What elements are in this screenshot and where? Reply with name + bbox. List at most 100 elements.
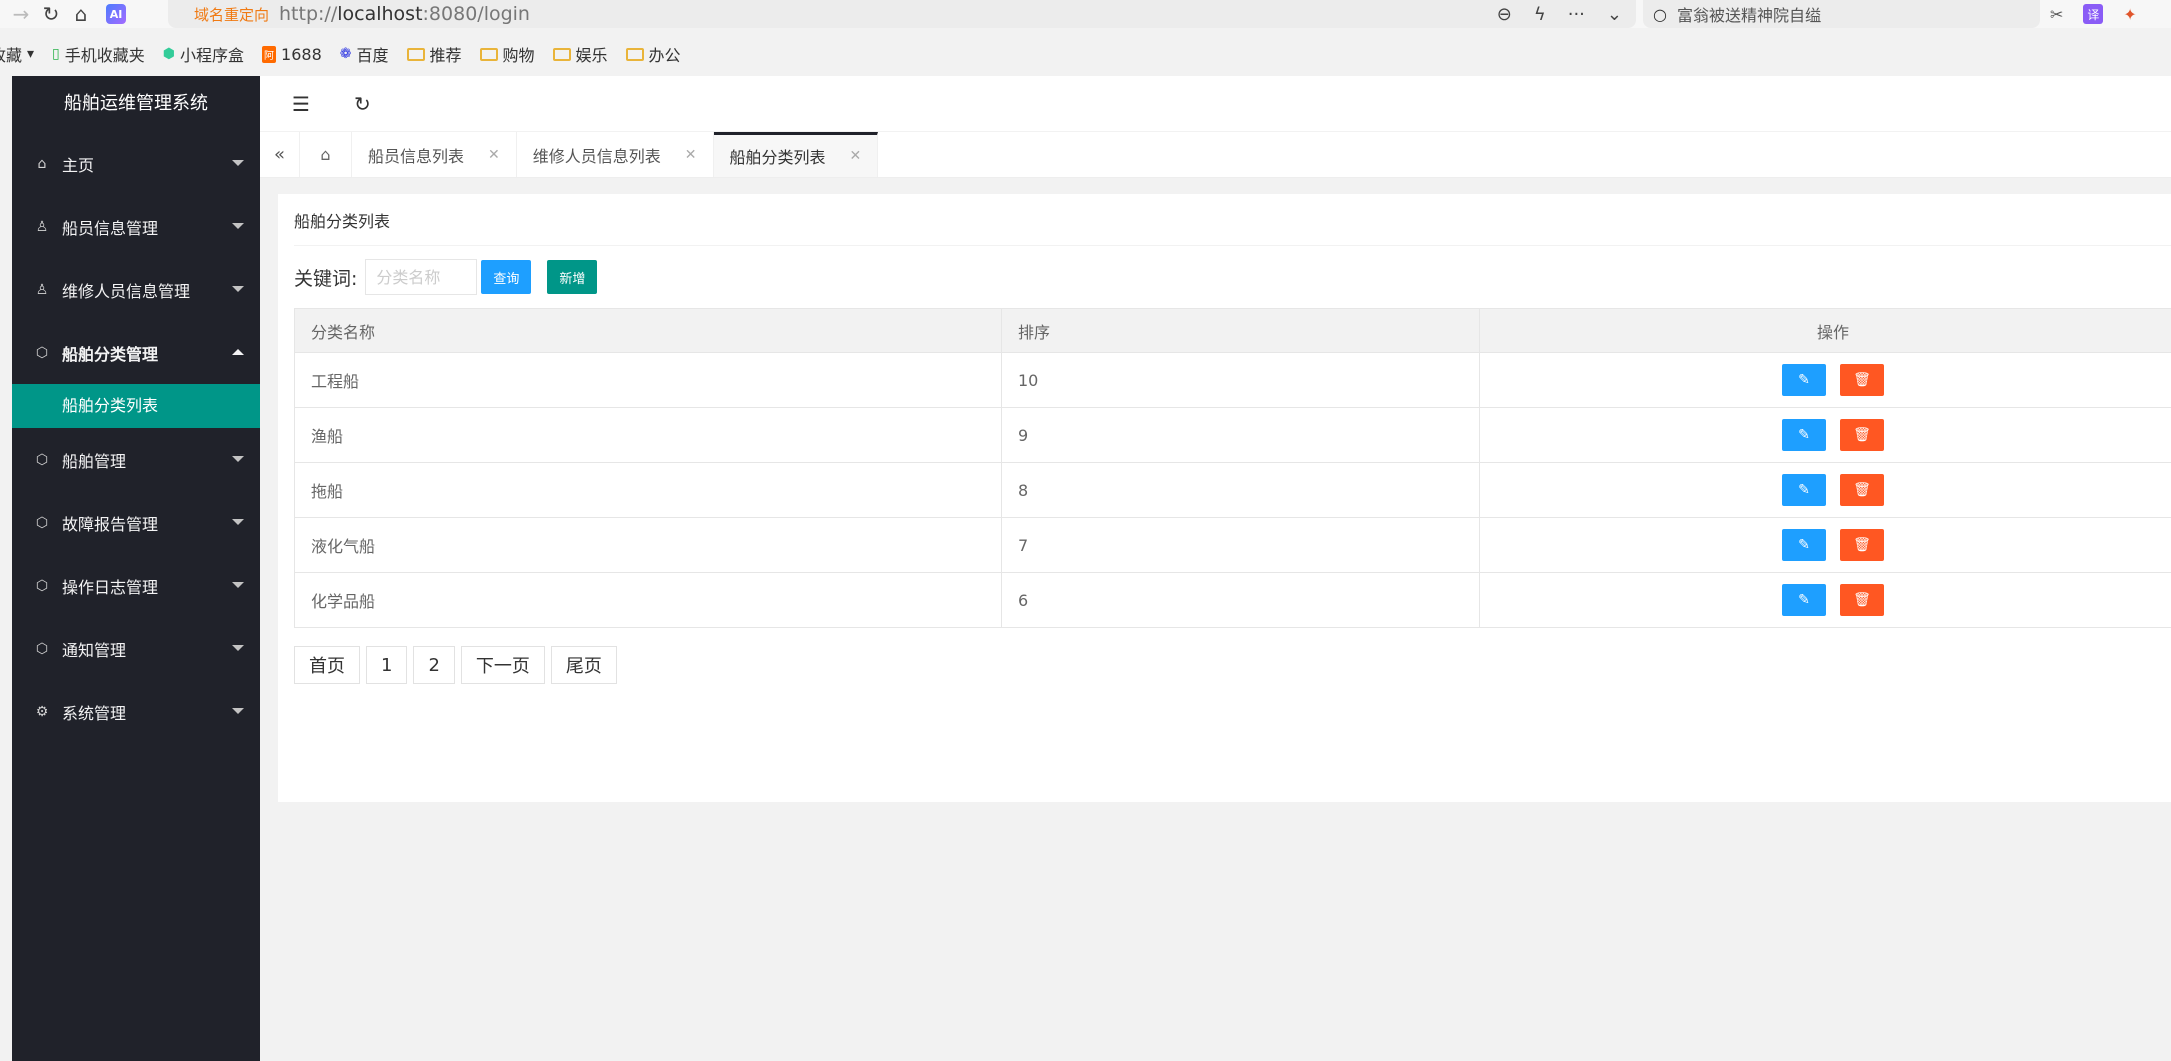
home-icon: ⌂ [37, 155, 47, 172]
back-arrow-icon[interactable]: → [6, 2, 36, 26]
table-row: 液化气船 7 ✎ 🗑 [294, 517, 2171, 573]
page-first-button[interactable]: 首页 [294, 646, 360, 684]
toggle-sidebar-icon[interactable]: ☰ [292, 92, 310, 116]
cell-order: 10 [1001, 352, 1480, 408]
close-icon[interactable]: ✕ [488, 147, 500, 163]
page-1-button[interactable]: 1 [366, 646, 408, 684]
search-suggestion[interactable]: 富翁被送精神院自缢 [1677, 2, 1821, 26]
cube-icon: ⬡ [35, 451, 49, 468]
app: 船舶运维管理系统 ⌂ 主页 ♙ 船员信息管理 ♙ 维修人员信息管理 ⬡ 船舶分类管理 船… [0, 76, 2171, 1061]
bookmark-baidu[interactable]: ❁ 百度 [340, 42, 389, 66]
edit-button[interactable]: ✎ [1782, 529, 1826, 561]
caret-up-icon [232, 349, 244, 355]
lightning-icon[interactable]: ϟ [1534, 4, 1546, 25]
sidebar-item-system[interactable]: ⚙ 系统管理 [12, 680, 260, 743]
page-2-button[interactable]: 2 [413, 646, 455, 684]
query-button[interactable]: 查询 [481, 260, 532, 294]
column-header-name: 分类名称 [294, 308, 1002, 353]
sidebar-item-fault-report[interactable]: ⬡ 故障报告管理 [12, 491, 260, 554]
sidebar-item-ship[interactable]: ⬡ 船舶管理 [12, 428, 260, 491]
cell-order: 7 [1001, 517, 1480, 573]
cube-icon: ⬡ [35, 344, 49, 361]
caret-down-icon [232, 645, 244, 651]
zoom-out-icon[interactable]: ⊖ [1497, 4, 1512, 25]
scissors-icon[interactable]: ✂ [2050, 5, 2063, 24]
table-row: 拖船 8 ✎ 🗑 [294, 462, 2171, 518]
sidebar-item-notice[interactable]: ⬡ 通知管理 [12, 617, 260, 680]
edit-button[interactable]: ✎ [1782, 584, 1826, 616]
reload-icon[interactable]: ↻ [36, 2, 66, 26]
edit-button[interactable]: ✎ [1782, 364, 1826, 396]
address-bar[interactable]: 域名重定向 http://localhost:8080/login ⊖ ϟ ··… [168, 0, 1636, 28]
browser-search-bar[interactable]: ○ 富翁被送精神院自缢 [1643, 0, 2040, 28]
table-row: 化学品船 6 ✎ 🗑 [294, 572, 2171, 628]
keyword-input[interactable] [365, 259, 478, 295]
bookmarks-bar: 收藏▾ ▯手机收藏夹 ⬢小程序盒 阿1688 ❁百度 推荐 购物 娱乐 办公 [0, 40, 2171, 68]
logo-1688-icon: 阿 [262, 45, 277, 63]
trash-icon: 🗑 [1853, 427, 1871, 443]
bookmark-miniapp[interactable]: ⬢ 小程序盒 [163, 42, 244, 66]
chevron-down-icon[interactable]: ⌄ [1607, 4, 1622, 25]
caret-down-icon [232, 519, 244, 525]
delete-button[interactable]: 🗑 [1840, 474, 1884, 506]
bookmark-folder-shopping[interactable]: 购物 [479, 42, 535, 66]
gear-icon: ⚙ [35, 703, 49, 720]
bookmark-folder-entertainment[interactable]: 娱乐 [552, 42, 608, 66]
bookmark-mobile[interactable]: ▯ 手机收藏夹 [52, 42, 145, 66]
cube-icon: ⬡ [35, 640, 49, 657]
sidebar-item-operation-log[interactable]: ⬡ 操作日志管理 [12, 554, 260, 617]
sidebar-subitem-ship-category-list[interactable]: 船舶分类列表 [12, 384, 260, 428]
tabs-scroll-left-icon[interactable]: « [260, 132, 300, 177]
category-table: 分类名称 排序 操作 工程船 10 ✎ 🗑 渔船 9 ✎ 🗑 拖船 8 ✎ 🗑 … [294, 308, 2171, 628]
folder-icon [479, 47, 498, 61]
caret-down-icon [232, 160, 244, 166]
caret-down-icon [232, 456, 244, 462]
ai-assistant-icon[interactable]: AI [106, 4, 126, 24]
refresh-icon[interactable]: ↻ [354, 92, 371, 116]
table-row: 工程船 10 ✎ 🗑 [294, 352, 2171, 408]
shield-icon: ⬢ [162, 46, 176, 62]
page-title: 船舶分类列表 [294, 194, 2171, 246]
page-next-button[interactable]: 下一页 [460, 646, 545, 684]
url-text[interactable]: http://localhost:8080/login [279, 3, 530, 25]
delete-button[interactable]: 🗑 [1840, 529, 1884, 561]
bookmark-folder-office[interactable]: 办公 [625, 42, 681, 66]
tab-home-icon[interactable]: ⌂ [300, 132, 352, 177]
pencil-icon: ✎ [1798, 482, 1810, 498]
redirect-label: 域名重定向 [194, 5, 270, 24]
sidebar-item-ship-category[interactable]: ⬡ 船舶分类管理 [12, 321, 260, 384]
cell-name: 液化气船 [294, 517, 1002, 573]
bookmark-folder-recommend[interactable]: 推荐 [406, 42, 462, 66]
bookmark-1688[interactable]: 阿 1688 [262, 45, 322, 64]
close-icon[interactable]: ✕ [850, 148, 862, 164]
app-title: 船舶运维管理系统 [64, 93, 208, 114]
translate-icon[interactable]: 译 [2083, 4, 2104, 24]
tab-crew-list[interactable]: 船员信息列表 ✕ [352, 132, 517, 177]
column-header-actions: 操作 [1479, 308, 2171, 353]
baidu-paw-icon: ❁ [339, 46, 352, 62]
edit-button[interactable]: ✎ [1782, 474, 1826, 506]
delete-button[interactable]: 🗑 [1840, 584, 1884, 616]
home-icon[interactable]: ⌂ [66, 2, 96, 26]
bookmark-favorites[interactable]: 收藏▾ [0, 42, 34, 66]
caret-down-icon [232, 223, 244, 229]
sidebar-item-crew[interactable]: ♙ 船员信息管理 [12, 195, 260, 258]
extension-icon[interactable]: ✦ [2123, 5, 2136, 24]
tab-maintenance-staff-list[interactable]: 维修人员信息列表 ✕ [517, 132, 714, 177]
delete-button[interactable]: 🗑 [1840, 419, 1884, 451]
caret-down-icon [232, 286, 244, 292]
folder-icon [406, 47, 425, 61]
page-last-button[interactable]: 尾页 [550, 646, 617, 684]
phone-icon: ▯ [52, 46, 60, 62]
tab-ship-category-list[interactable]: 船舶分类列表 ✕ [713, 132, 879, 177]
sidebar-item-maintenance-staff[interactable]: ♙ 维修人员信息管理 [12, 258, 260, 321]
trash-icon: 🗑 [1853, 537, 1871, 553]
sidebar-item-home[interactable]: ⌂ 主页 [12, 132, 260, 195]
close-icon[interactable]: ✕ [685, 147, 697, 163]
cell-name: 工程船 [294, 352, 1002, 408]
more-icon[interactable]: ··· [1568, 4, 1585, 25]
add-button[interactable]: 新增 [547, 260, 598, 294]
delete-button[interactable]: 🗑 [1840, 364, 1884, 396]
edit-button[interactable]: ✎ [1782, 419, 1826, 451]
submenu-ship-category: 船舶分类列表 [12, 384, 260, 428]
